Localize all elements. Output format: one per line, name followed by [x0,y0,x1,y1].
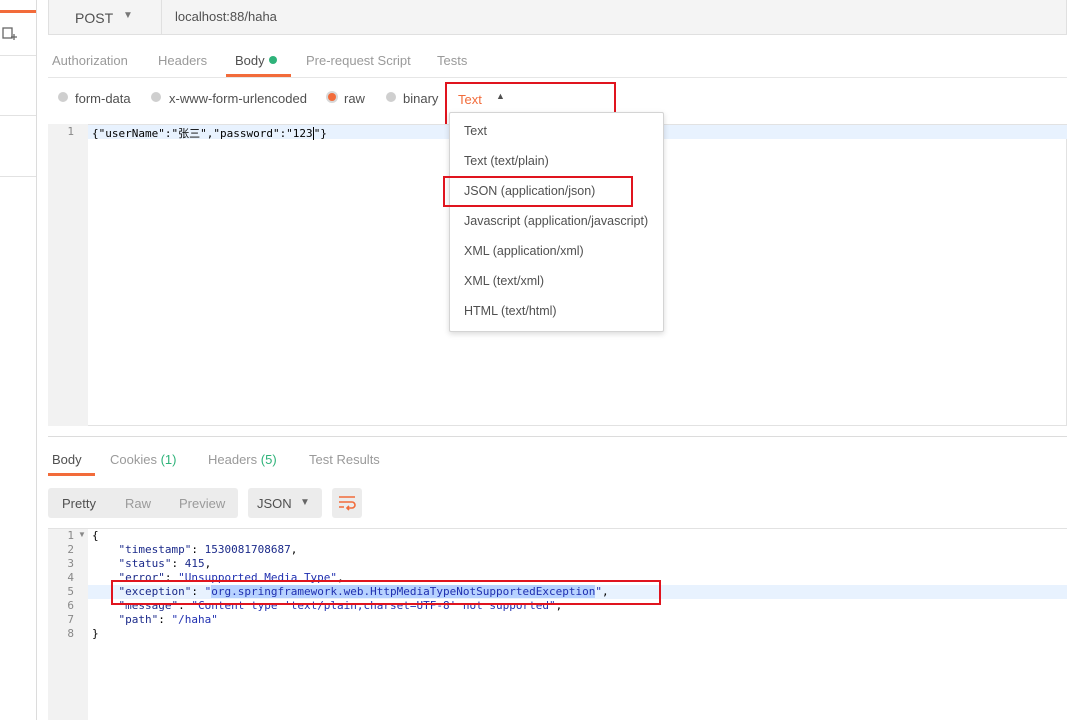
cookies-count: (1) [160,452,177,467]
wrap-icon [339,496,356,511]
line-number: 1 [67,125,74,138]
url-input[interactable]: localhost:88/haha [175,9,277,24]
chevron-down-icon[interactable]: ▼ [123,10,133,21]
json-value: 415 [184,557,205,570]
json-key: "status" [118,557,172,570]
response-divider [48,436,1067,437]
json-value: 1530081708687 [204,543,291,556]
method-label: POST [75,10,114,26]
sidebar-divider [0,176,36,177]
json-line-status: "status": 415, [118,557,212,570]
sidebar-divider [0,55,36,56]
line-number: 2 [67,543,74,556]
line-number: 5 [67,585,74,598]
tabs-divider [48,77,1067,78]
tab-body[interactable]: Body [235,53,277,68]
radio-label-urlencoded: x-www-form-urlencoded [169,91,307,106]
line-number: 6 [67,599,74,612]
request-body-code[interactable]: {"userName":"张三","password":"123"} [92,125,327,141]
json-close-brace: } [92,627,99,640]
headers-count: (5) [260,452,277,467]
annotation-box-json-option [443,176,633,207]
response-active-tab-underline [48,473,95,476]
dropdown-option-javascript[interactable]: Javascript (application/javascript) [464,214,648,228]
radio-label-raw: raw [344,91,365,106]
response-tab-body[interactable]: Body [52,452,82,467]
line-number: 7 [67,613,74,626]
code-text: {"userName":"张三","password":"123 [92,127,313,140]
sidebar-accent [0,10,36,13]
tab-headers[interactable]: Headers [158,53,207,68]
tab-tests[interactable]: Tests [437,53,467,68]
new-collection-icon[interactable] [2,26,18,42]
body-indicator-dot [268,56,277,64]
wrap-lines-button[interactable] [332,488,362,518]
radio-raw[interactable] [328,93,336,101]
code-text-tail: "} [313,127,327,140]
dropdown-option-xml-text[interactable]: XML (text/xml) [464,274,544,288]
json-open-brace: { [92,529,99,542]
line-number: 3 [67,557,74,570]
radio-label-form-data: form-data [75,91,131,106]
json-key: "timestamp" [118,543,192,556]
pretty-button[interactable]: Pretty [62,496,96,511]
chevron-down-icon[interactable]: ▼ [300,497,310,508]
fold-arrow-icon[interactable]: ▼ [78,530,86,539]
editor-gutter [48,124,88,426]
radio-binary[interactable] [386,92,396,102]
tab-body-label: Body [235,53,265,68]
line-number: 8 [67,627,74,640]
sidebar-divider [0,115,36,116]
response-tab-cookies[interactable]: Cookies (1) [110,452,176,467]
format-select-label: JSON [257,496,292,511]
dropdown-option-text[interactable]: Text [464,124,487,138]
cookies-label: Cookies [110,452,157,467]
preview-button[interactable]: Preview [179,496,225,511]
radio-label-binary: binary [403,91,439,106]
line-number: 1 [67,529,74,542]
left-sidebar [0,0,37,720]
response-tab-headers[interactable]: Headers (5) [208,452,277,467]
radio-form-data[interactable] [58,92,68,102]
json-line-path: "path": "/haha" [118,613,218,626]
annotation-box-exception [111,580,661,605]
dropdown-option-text-plain[interactable]: Text (text/plain) [464,154,549,168]
radio-x-www-form-urlencoded[interactable] [151,92,161,102]
tab-pre-request-script[interactable]: Pre-request Script [306,53,411,68]
dropdown-option-xml-application[interactable]: XML (application/xml) [464,244,584,258]
tab-authorization[interactable]: Authorization [52,53,128,68]
json-key: "path" [118,613,159,626]
line-number: 4 [67,571,74,584]
dropdown-option-html[interactable]: HTML (text/html) [464,304,557,318]
json-line-timestamp: "timestamp": 1530081708687, [118,543,298,556]
raw-button[interactable]: Raw [125,496,151,511]
json-value: "/haha" [171,613,218,626]
headers-label: Headers [208,452,258,467]
response-tab-test-results[interactable]: Test Results [309,452,380,467]
